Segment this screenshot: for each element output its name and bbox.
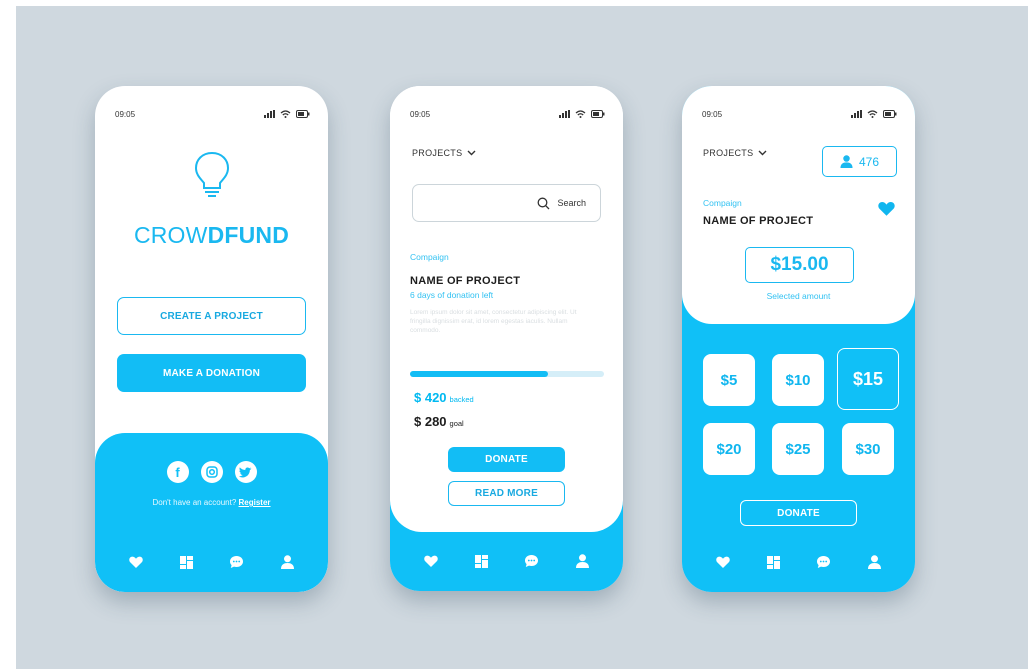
wifi-icon: [867, 110, 878, 118]
wifi-icon: [575, 110, 586, 118]
signal-icon: [851, 110, 862, 118]
facebook-icon[interactable]: f: [166, 461, 189, 483]
user-icon[interactable]: [867, 555, 881, 569]
goal-label: goal: [449, 419, 464, 428]
backers-count: 476: [858, 154, 880, 169]
chat-icon[interactable]: [229, 555, 244, 569]
status-bar: 09:05: [702, 108, 897, 120]
phone-project-screen: 09:05 PROJECTS Search Compaign NAME OF P…: [390, 86, 623, 591]
grid-icon[interactable]: [179, 555, 193, 569]
amount-option-10[interactable]: $10: [772, 354, 824, 406]
search-input[interactable]: Search: [412, 184, 601, 222]
grid-icon[interactable]: [474, 554, 488, 568]
user-icon: [840, 155, 853, 168]
signal-icon: [264, 110, 275, 118]
days-left: 6 days of donation left: [410, 290, 494, 300]
phone-donation-screen: 09:05 PROJECTS 476 Compaign NAME OF PROJ…: [682, 86, 915, 592]
bottom-nav: [390, 551, 623, 571]
selected-amount-display: $15.00: [745, 247, 854, 283]
campaign-label: Compaign: [703, 198, 742, 208]
chevron-down-icon: [758, 150, 767, 156]
bottom-nav: [95, 552, 328, 572]
make-donation-button[interactable]: MAKE A DONATION: [117, 354, 306, 392]
project-name: NAME OF PROJECT: [703, 215, 814, 227]
battery-icon: [591, 110, 605, 118]
selected-amount-label: Selected amount: [766, 291, 831, 301]
backed-label: backed: [449, 395, 474, 404]
funding-progress-bar: [410, 371, 604, 377]
wifi-icon: [280, 110, 291, 118]
projects-dropdown[interactable]: PROJECTS: [703, 148, 767, 158]
chat-icon[interactable]: [524, 554, 539, 568]
twitter-icon[interactable]: [234, 461, 257, 483]
project-description: Lorem ipsum dolor sit amet, consectetur …: [410, 309, 577, 334]
status-time: 09:05: [115, 109, 136, 119]
goal-value: $ 280: [414, 414, 447, 429]
top-card: 09:05 PROJECTS 476 Compaign NAME OF PROJ…: [682, 86, 915, 324]
backed-value: $ 420: [414, 390, 447, 405]
donate-button[interactable]: DONATE: [448, 447, 565, 472]
status-bar: 09:05: [410, 108, 605, 120]
search-icon: [538, 197, 550, 209]
user-icon[interactable]: [575, 554, 589, 568]
projects-dropdown[interactable]: PROJECTS: [412, 148, 476, 158]
progress-fill: [410, 371, 548, 377]
amount-option-20[interactable]: $20: [703, 423, 755, 475]
lightbulb-icon: [194, 151, 230, 197]
favorite-heart-icon[interactable]: [878, 201, 895, 216]
status-time: 09:05: [410, 109, 431, 119]
heart-icon[interactable]: [129, 556, 143, 568]
instagram-icon[interactable]: [200, 461, 223, 483]
battery-icon: [883, 110, 897, 118]
goal-amount: $ 280 goal: [414, 414, 464, 429]
app-logo: CROWDFUND: [95, 222, 328, 249]
chat-icon[interactable]: [816, 555, 831, 569]
heart-icon[interactable]: [424, 555, 438, 567]
amount-option-5[interactable]: $5: [703, 354, 755, 406]
donate-button[interactable]: DONATE: [740, 500, 857, 526]
amount-option-30[interactable]: $30: [842, 423, 894, 475]
heart-icon[interactable]: [716, 556, 730, 568]
account-prompt-text: Don't have an account?: [152, 498, 237, 507]
read-more-button[interactable]: READ MORE: [448, 481, 565, 506]
dropdown-label: PROJECTS: [703, 148, 754, 158]
battery-icon: [296, 110, 310, 118]
signal-icon: [559, 110, 570, 118]
dropdown-label: PROJECTS: [412, 148, 463, 158]
status-bar: 09:05: [115, 108, 310, 120]
bottom-nav: [682, 552, 915, 572]
register-link[interactable]: Register: [239, 498, 271, 507]
status-time: 09:05: [702, 109, 723, 119]
logo-text-regular: CROW: [133, 222, 208, 248]
logo-text-bold: DFUND: [207, 222, 290, 248]
create-project-button[interactable]: CREATE A PROJECT: [117, 297, 306, 335]
project-name: NAME OF PROJECT: [410, 275, 521, 287]
grid-icon[interactable]: [766, 555, 780, 569]
backers-badge[interactable]: 476: [822, 146, 897, 177]
amount-option-25[interactable]: $25: [772, 423, 824, 475]
campaign-label: Compaign: [410, 252, 449, 262]
backed-amount: $ 420 backed: [414, 390, 474, 405]
search-placeholder: Search: [557, 198, 586, 208]
amount-option-15-selected[interactable]: $15: [837, 348, 899, 410]
chevron-down-icon: [467, 150, 476, 156]
social-links: f: [95, 461, 328, 483]
phone-login-screen: 09:05 CROWDFUND CREATE A PROJECT MAKE A …: [95, 86, 328, 592]
register-prompt: Don't have an account? Register: [95, 498, 328, 507]
user-icon[interactable]: [280, 555, 294, 569]
